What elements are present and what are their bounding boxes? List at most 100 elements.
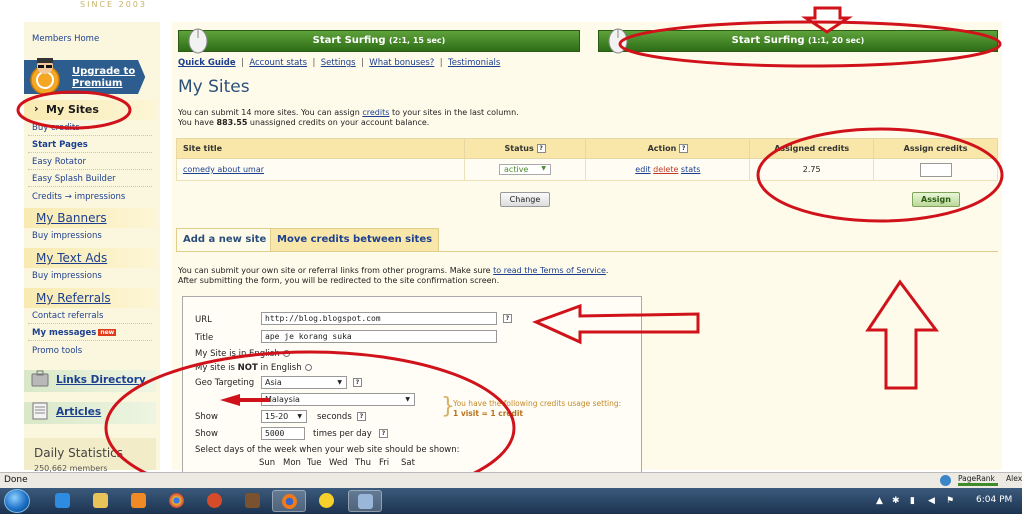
taskbar-explorer[interactable] [84,490,118,512]
day-sun[interactable]: Sun [259,458,275,468]
sidebar-item-my-referrals[interactable]: My Referrals [36,291,111,305]
quick-link-settings[interactable]: Settings [321,58,356,68]
day-mon[interactable]: Mon [283,458,301,468]
quick-link-guide[interactable]: Quick Guide [178,58,236,68]
credits-link[interactable]: credits [362,108,389,117]
terms-of-service-link[interactable]: to read the Terms of Service [493,266,606,275]
tab-move-credits[interactable]: Move credits between sites [270,228,440,252]
day-sat[interactable]: Sat [401,458,415,468]
help-icon[interactable]: ? [353,378,362,387]
flag-icon[interactable]: ⚑ [946,496,954,506]
day-thu[interactable]: Thu [355,458,371,468]
show-seconds-select[interactable]: 15-20 ▼ [261,410,307,423]
edit-link[interactable]: edit [635,165,650,174]
windows-taskbar: ▲ ✱ ▮ ◀ ⚑ 6:04 PM [0,488,1022,514]
sidebar-item-links-directory[interactable]: Links Directory [56,374,146,386]
help-icon[interactable]: ? [357,412,366,421]
sidebar-item-buy-credits[interactable]: Buy credits [32,123,80,133]
show-hidden-icons[interactable]: ▲ [876,496,883,506]
start-button[interactable] [4,489,30,513]
geo-region-select[interactable]: Asia ▼ [261,376,347,389]
english-radio-label[interactable]: My Site is in English [195,349,290,359]
volume-icon[interactable]: ◀ [928,496,935,506]
quick-link-testimonials[interactable]: Testimonials [448,58,500,68]
site-title-link[interactable]: comedy about umar [183,165,264,174]
title-input[interactable]: ape je korang suka [261,330,497,343]
help-icon[interactable]: ? [536,144,546,153]
tab-add-new-site[interactable]: Add a new site [176,228,274,252]
credits-usage-note: You have the following credits usage set… [453,399,622,418]
taskbar-app-9[interactable] [348,490,382,512]
upgrade-link[interactable]: Upgrade to Premium [72,66,142,90]
taskbar-app-5[interactable] [198,490,232,512]
not-english-radio[interactable] [304,364,312,371]
chevron-right-icon: › [34,102,39,115]
stats-link[interactable]: stats [681,165,701,174]
status-select[interactable]: active ▼ [499,164,552,175]
brand-tagline: SINCE 2003 [80,0,147,9]
top-strip: SINCE 2003 [0,0,1022,20]
sidebar-item-my-sites[interactable]: My Sites [46,103,99,116]
taskbar-media[interactable] [122,490,156,512]
sites-info-line-2: You have 883.55 unassigned credits on yo… [178,118,430,127]
not-english-radio-label[interactable]: My site is NOT in English [195,363,312,373]
taskbar-chrome[interactable] [160,490,194,512]
sidebar: Members Home Upgrade to Premium › My Sit… [24,22,160,473]
assign-credits-input[interactable] [919,162,952,177]
help-icon[interactable]: ? [503,314,512,323]
change-button[interactable]: Change [500,192,550,207]
assign-button[interactable]: Assign [912,192,960,207]
times-per-day-input[interactable]: 5000 [261,427,305,440]
app-icon [207,493,222,508]
help-icon[interactable]: ? [679,144,689,153]
sidebar-item-my-text-ads[interactable]: My Text Ads [36,251,107,265]
messenger-icon [319,493,334,508]
quick-links-bar: Quick Guide | Account stats | Settings |… [178,58,501,68]
column-header-assign-credits: Assign credits [873,138,998,159]
sidebar-item-easy-splash[interactable]: Easy Splash Builder [32,174,116,184]
taskbar-firefox[interactable] [272,490,306,512]
quick-link-account-stats[interactable]: Account stats [249,58,307,68]
days-select-label: Select days of the week when your web si… [195,445,460,455]
sidebar-item-contact-referrals[interactable]: Contact referrals [32,311,103,321]
upgrade-premium-banner[interactable]: Upgrade to Premium [24,58,156,95]
title-label: Title [195,333,214,343]
taskbar-messenger[interactable] [310,490,344,512]
sidebar-item-credits-impressions[interactable]: Credits → impressions [32,192,125,202]
sites-table: Site title Status ? Action ? Assigned cr… [176,138,998,181]
taskbar-clock[interactable]: 6:04 PM [976,495,1012,505]
day-tue[interactable]: Tue [307,458,322,468]
sidebar-item-start-pages[interactable]: Start Pages [32,140,88,150]
table-header-row: Site title Status ? Action ? Assigned cr… [176,138,998,159]
network-icon[interactable]: ▮ [910,496,915,506]
sidebar-item-easy-rotator[interactable]: Easy Rotator [32,157,86,167]
start-surfing-button-2[interactable]: Start Surfing (1:1, 20 sec) [598,30,998,52]
day-wed[interactable]: Wed [329,458,348,468]
sidebar-item-promo-tools[interactable]: Promo tools [32,346,82,356]
url-label: URL [195,315,212,325]
sidebar-item-my-banners[interactable]: My Banners [36,211,107,225]
taskbar-app-6[interactable] [236,490,270,512]
day-fri[interactable]: Fri [379,458,389,468]
main-content: Start Surfing (2:1, 15 sec) Start Surfin… [172,22,1002,476]
times-per-day-label: times per day [313,429,372,439]
url-input[interactable]: http://blog.blogspot.com [261,312,497,325]
sidebar-item-buy-impressions-banners[interactable]: Buy impressions [32,231,102,241]
sidebar-item-articles[interactable]: Articles [56,406,101,418]
help-icon[interactable]: ? [379,429,388,438]
english-radio[interactable] [282,350,290,357]
geo-country-select[interactable]: Malaysia ▼ [261,393,415,406]
seconds-label: seconds [317,412,352,422]
column-header-site-title: Site title [176,138,465,159]
firefox-icon [282,494,297,509]
avatar-icon [30,58,60,95]
tray-app-icon[interactable]: ✱ [892,496,900,506]
sidebar-item-my-messages[interactable]: My messages new [32,328,117,338]
sidebar-item-members-home[interactable]: Members Home [32,34,99,44]
sidebar-item-buy-impressions-text[interactable]: Buy impressions [32,271,102,281]
start-surfing-button-1[interactable]: Start Surfing (2:1, 15 sec) [178,30,580,52]
delete-link[interactable]: delete [653,165,678,174]
show-label: Show [195,412,218,422]
quick-link-bonuses[interactable]: What bonuses? [369,58,434,68]
taskbar-ie[interactable] [46,490,80,512]
